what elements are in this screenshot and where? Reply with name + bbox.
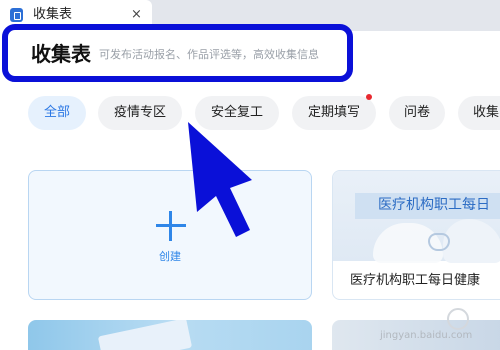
heart-shape <box>428 233 450 251</box>
template-card-partial[interactable] <box>28 320 312 350</box>
hand-image <box>443 219 500 263</box>
page-title: 收集表 <box>31 42 91 66</box>
template-thumbnail: 医疗机构职工每日 <box>333 171 500 263</box>
close-icon[interactable]: × <box>131 6 142 24</box>
watermark-logo <box>447 308 469 330</box>
filter-chip-label: 全部 <box>43 105 70 120</box>
watermark-text: jingyan.baidu.com <box>380 330 473 341</box>
filter-chip-label: 定期填写 <box>307 105 360 120</box>
thumbnail-banner-text: 医疗机构职工每日 <box>378 197 490 213</box>
filter-chip-label: 安全复工 <box>210 105 263 120</box>
filter-chip-label: 收集 <box>473 105 500 120</box>
create-label: 创建 <box>159 250 181 263</box>
filter-chip-resume-work[interactable]: 安全复工 <box>195 96 279 130</box>
filter-chip-epidemic[interactable]: 疫情专区 <box>98 96 182 130</box>
page-subtitle: 可发布活动报名、作品评选等，高效收集信息 <box>99 48 319 61</box>
template-card-medical-health[interactable]: 医疗机构职工每日 医疗机构职工每日健康 <box>332 170 500 300</box>
filter-chip-label: 问卷 <box>403 105 430 120</box>
create-card[interactable]: 创建 <box>28 170 312 300</box>
filter-chip-survey[interactable]: 问卷 <box>389 96 445 130</box>
plus-icon <box>156 211 186 241</box>
document-icon <box>10 8 23 22</box>
notification-badge <box>366 94 372 100</box>
screenshot: 收集表 × 收集表 可发布活动报名、作品评选等，高效收集信息 全部 疫情专区 安… <box>0 0 500 350</box>
filter-chip-periodic[interactable]: 定期填写 <box>292 94 376 130</box>
document-image <box>97 320 193 350</box>
filter-chip-all[interactable]: 全部 <box>28 96 86 130</box>
filter-chip-collect[interactable]: 收集 <box>458 96 500 130</box>
template-title: 医疗机构职工每日健康 <box>350 273 481 288</box>
filter-chip-label: 疫情专区 <box>113 105 166 120</box>
tab-title: 收集表 <box>33 7 73 22</box>
header-highlight: 收集表 可发布活动报名、作品评选等，高效收集信息 <box>2 24 353 82</box>
